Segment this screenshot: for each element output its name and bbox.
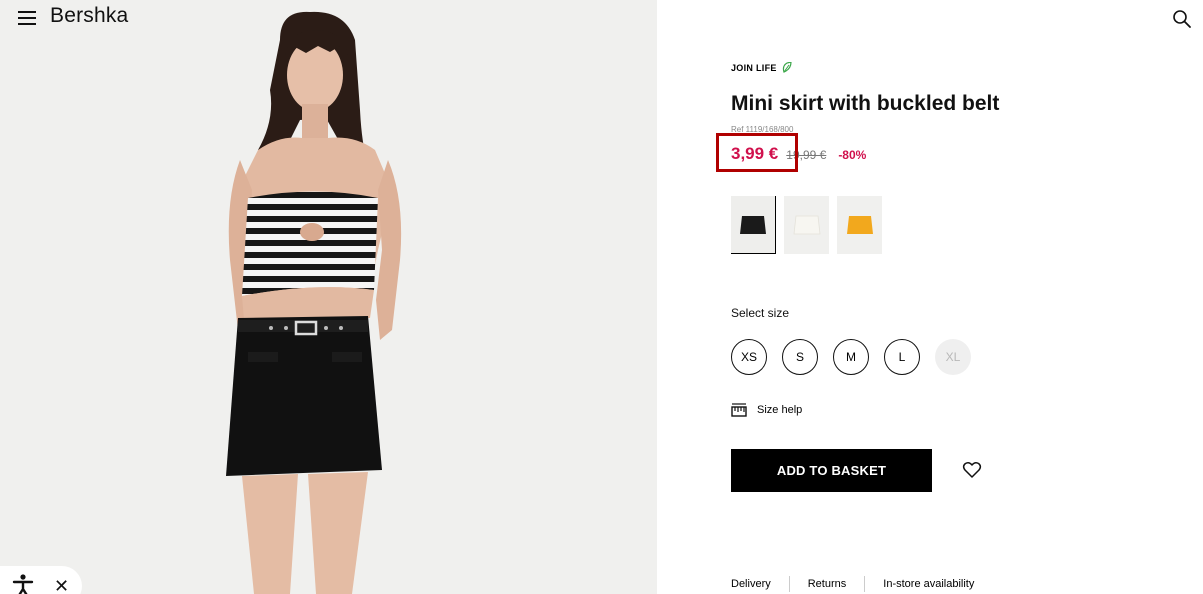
join-life-tag: JOIN LIFE [731, 62, 792, 73]
ruler-icon [731, 403, 747, 417]
delivery-link[interactable]: Delivery [731, 578, 771, 590]
color-swatch-yellow[interactable] [837, 196, 882, 254]
in-store-availability-link[interactable]: In-store availability [883, 578, 974, 590]
size-selector: XS S M L XL [731, 339, 971, 375]
link-divider [788, 576, 790, 592]
size-label: Select size [731, 306, 790, 320]
size-option-l[interactable]: L [884, 339, 920, 375]
hamburger-menu-icon[interactable] [18, 10, 36, 26]
accessibility-icon[interactable] [10, 573, 36, 594]
size-option-s[interactable]: S [782, 339, 818, 375]
product-title: Mini skirt with buckled belt [731, 92, 1000, 115]
size-help-label: Size help [757, 404, 803, 416]
discount-badge: -80% [838, 148, 867, 162]
returns-link[interactable]: Returns [808, 578, 847, 590]
search-icon[interactable] [1172, 9, 1192, 29]
price-highlight-box [716, 133, 798, 172]
color-selector [731, 196, 882, 254]
product-image-panel: Bershka ✕ [0, 0, 657, 594]
info-links: Delivery Returns In-store availability [731, 576, 974, 592]
color-swatch-black[interactable] [731, 196, 776, 254]
color-swatch-white[interactable] [784, 196, 829, 254]
link-divider [864, 576, 866, 592]
size-option-xs[interactable]: XS [731, 339, 767, 375]
size-option-xl: XL [935, 339, 971, 375]
close-icon[interactable]: ✕ [54, 576, 69, 594]
leaf-icon [782, 62, 792, 73]
size-help-link[interactable]: Size help [731, 403, 802, 417]
accessibility-widget: ✕ [0, 566, 82, 594]
tag-label: JOIN LIFE [731, 62, 777, 73]
brand-logo[interactable]: Bershka [50, 4, 128, 28]
product-model-image [226, 11, 402, 594]
size-option-m[interactable]: M [833, 339, 869, 375]
add-to-basket-button[interactable]: ADD TO BASKET [731, 449, 932, 492]
heart-icon[interactable] [962, 460, 982, 480]
